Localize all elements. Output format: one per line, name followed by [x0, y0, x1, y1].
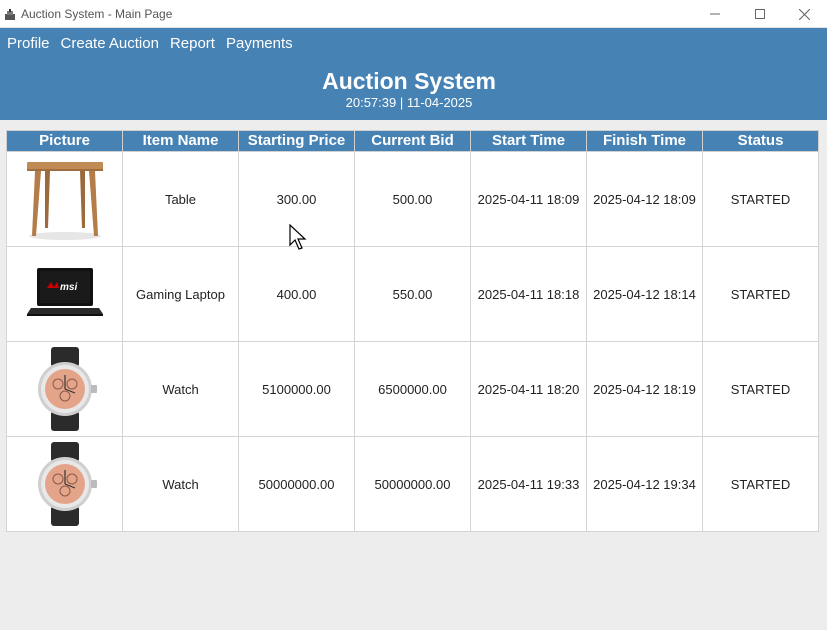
column-header-picture[interactable]: Picture [6, 130, 123, 152]
table-row[interactable]: Table 300.00 500.00 2025-04-11 18:09 202… [6, 151, 819, 247]
current-bid-cell: 6500000.00 [354, 341, 471, 437]
start-time-cell: 2025-04-11 18:20 [470, 341, 587, 437]
column-header-finish-time[interactable]: Finish Time [586, 130, 703, 152]
table-row[interactable]: msi Gaming Laptop 400.00 550.00 2025-04-… [6, 246, 819, 342]
minimize-icon [709, 13, 720, 15]
picture-cell [6, 436, 123, 532]
window-title: Auction System - Main Page [21, 6, 173, 21]
table-row[interactable]: Watch 5100000.00 6500000.00 2025-04-11 1… [6, 341, 819, 437]
title-bar[interactable]: Auction System - Main Page [0, 0, 827, 28]
starting-price-cell: 5100000.00 [238, 341, 355, 437]
close-button[interactable] [782, 0, 827, 28]
header: Profile Create Auction Report Payments A… [0, 28, 827, 120]
table-row[interactable]: Watch 50000000.00 50000000.00 2025-04-11… [6, 436, 819, 532]
menu-report[interactable]: Report [170, 35, 215, 52]
laptop-image: msi [7, 247, 122, 341]
starting-price-cell: 400.00 [238, 246, 355, 342]
page-title: Auction System [322, 68, 496, 94]
menu-bar: Profile Create Auction Report Payments [0, 28, 827, 58]
maximize-icon [754, 9, 765, 19]
column-header-current-bid[interactable]: Current Bid [354, 130, 471, 152]
auction-table-container: Picture Item Name Starting Price Current… [6, 130, 819, 532]
minimize-button[interactable] [692, 0, 737, 28]
column-header-item-name[interactable]: Item Name [122, 130, 239, 152]
mouse-cursor-icon [289, 224, 307, 250]
item-name-cell: Watch [122, 341, 239, 437]
finish-time-cell: 2025-04-12 18:09 [586, 151, 703, 247]
column-header-status[interactable]: Status [702, 130, 819, 152]
start-time-cell: 2025-04-11 19:33 [470, 436, 587, 532]
menu-payments[interactable]: Payments [226, 35, 293, 52]
finish-time-cell: 2025-04-12 18:14 [586, 246, 703, 342]
current-bid-cell: 500.00 [354, 151, 471, 247]
status-cell: STARTED [702, 436, 819, 532]
window-controls [692, 0, 827, 28]
clock-label: 20:57:39 | 11-04-2025 [345, 95, 473, 110]
table-image [7, 152, 122, 246]
item-name-cell: Watch [122, 436, 239, 532]
current-bid-cell: 50000000.00 [354, 436, 471, 532]
item-name-cell: Gaming Laptop [122, 246, 239, 342]
finish-time-cell: 2025-04-12 18:19 [586, 341, 703, 437]
close-icon [799, 8, 810, 20]
status-cell: STARTED [702, 151, 819, 247]
column-header-start-time[interactable]: Start Time [470, 130, 587, 152]
table-header-row: Picture Item Name Starting Price Current… [6, 130, 819, 152]
current-bid-cell: 550.00 [354, 246, 471, 342]
auction-table: Picture Item Name Starting Price Current… [6, 130, 819, 532]
finish-time-cell: 2025-04-12 19:34 [586, 436, 703, 532]
main-window: Auction System - Main Page Profile Creat… [0, 0, 827, 630]
start-time-cell: 2025-04-11 18:18 [470, 246, 587, 342]
watch-image [7, 342, 122, 436]
menu-profile[interactable]: Profile [7, 35, 50, 52]
item-name-cell: Table [122, 151, 239, 247]
column-header-starting-price[interactable]: Starting Price [238, 130, 355, 152]
status-cell: STARTED [702, 341, 819, 437]
picture-cell [6, 151, 123, 247]
starting-price-cell: 50000000.00 [238, 436, 355, 532]
maximize-button[interactable] [737, 0, 782, 28]
picture-cell [6, 341, 123, 437]
menu-create-auction[interactable]: Create Auction [61, 35, 159, 52]
start-time-cell: 2025-04-11 18:09 [470, 151, 587, 247]
app-icon [4, 8, 16, 20]
laptop-logo: msi [60, 282, 77, 293]
watch-image [7, 437, 122, 531]
picture-cell: msi [6, 246, 123, 342]
status-cell: STARTED [702, 246, 819, 342]
